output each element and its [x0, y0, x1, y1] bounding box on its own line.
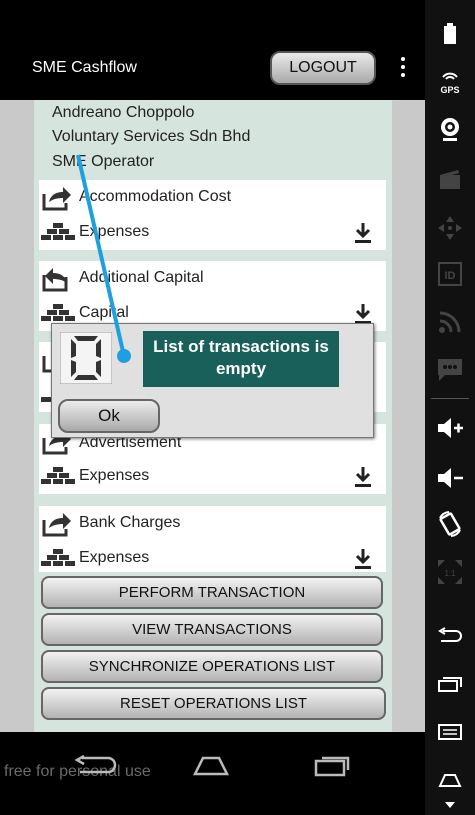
bricks-icon: [41, 549, 75, 566]
volume-up-icon[interactable]: [425, 408, 475, 448]
id-icon[interactable]: ID: [425, 254, 475, 294]
message-dialog: List of transactions is empty Ok: [51, 323, 374, 438]
perform-transaction-button[interactable]: PERFORM TRANSACTION: [41, 576, 383, 609]
overflow-menu-icon[interactable]: [395, 55, 411, 79]
sms-icon[interactable]: [425, 350, 475, 390]
gps-icon[interactable]: GPS: [425, 62, 475, 102]
operation-item[interactable]: Accommodation Cost Expenses: [39, 180, 386, 250]
reset-operations-button[interactable]: RESET OPERATIONS LIST: [41, 687, 386, 720]
incoming-arrow-icon: [42, 268, 68, 292]
operation-item[interactable]: Bank Charges Expenses: [39, 506, 386, 572]
scale-icon[interactable]: 1:1: [425, 552, 475, 592]
operation-category: Expenses: [79, 467, 150, 484]
bricks-icon: [41, 467, 75, 484]
bricks-icon: [41, 304, 75, 321]
bricks-icon: [41, 223, 75, 240]
operation-category: Capital: [79, 304, 129, 321]
synchronize-operations-button[interactable]: SYNCHRONIZE OPERATIONS LIST: [41, 650, 383, 683]
user-company: Voluntary Services Sdn Bhd: [52, 128, 251, 145]
logout-button[interactable]: LOGOUT: [270, 51, 376, 85]
id-label: ID: [445, 270, 456, 282]
operation-name: Accommodation Cost: [79, 188, 232, 205]
home-icon[interactable]: [181, 748, 241, 782]
operation-name: Bank Charges: [79, 514, 181, 531]
back-icon[interactable]: [66, 748, 126, 782]
recent-apps-icon[interactable]: [300, 748, 360, 782]
view-transactions-button[interactable]: VIEW TRANSACTIONS: [41, 613, 383, 646]
outgoing-arrow-icon: [42, 513, 71, 537]
rotate-screen-icon[interactable]: [425, 504, 475, 544]
navigation-bar: free for personal use: [0, 732, 425, 815]
operation-category: Expenses: [79, 549, 150, 566]
download-icon[interactable]: [353, 466, 373, 488]
dpad-icon[interactable]: [425, 208, 475, 248]
operation-name: Additional Capital: [79, 269, 204, 286]
digit-zero-icon: [60, 332, 112, 384]
ok-button[interactable]: Ok: [58, 399, 160, 433]
app-title: SME Cashflow: [32, 59, 137, 76]
home-icon[interactable]: [425, 760, 475, 800]
recent-apps-icon[interactable]: [425, 664, 475, 704]
expand-down-icon[interactable]: [425, 795, 475, 815]
operation-category: Expenses: [79, 223, 150, 240]
action-bar: SME Cashflow LOGOUT: [0, 0, 425, 100]
scale-label: 1:1: [444, 569, 456, 578]
menu-icon[interactable]: [425, 712, 475, 752]
download-icon[interactable]: [353, 222, 373, 244]
user-name: Andreano Choppolo: [52, 104, 195, 121]
emulator-sidebar: GPS ID 1:1: [425, 0, 475, 815]
back-icon[interactable]: [425, 616, 475, 656]
emulator-device: SME Cashflow LOGOUT Andreano Choppolo Vo…: [0, 0, 475, 815]
app-screen: SME Cashflow LOGOUT Andreano Choppolo Vo…: [0, 0, 425, 732]
media-icon[interactable]: [425, 160, 475, 200]
download-icon[interactable]: [353, 548, 373, 570]
volume-down-icon[interactable]: [425, 458, 475, 498]
battery-icon[interactable]: [425, 14, 475, 54]
camera-icon[interactable]: [425, 110, 475, 150]
gps-label: GPS: [440, 85, 459, 95]
operation-item[interactable]: Additional Capital Capital: [39, 261, 386, 331]
dialog-message: List of transactions is empty: [143, 331, 339, 387]
outgoing-arrow-icon: [42, 187, 71, 211]
download-icon[interactable]: [353, 303, 373, 325]
user-role: SME Operator: [52, 153, 155, 170]
rss-icon[interactable]: [425, 302, 475, 342]
